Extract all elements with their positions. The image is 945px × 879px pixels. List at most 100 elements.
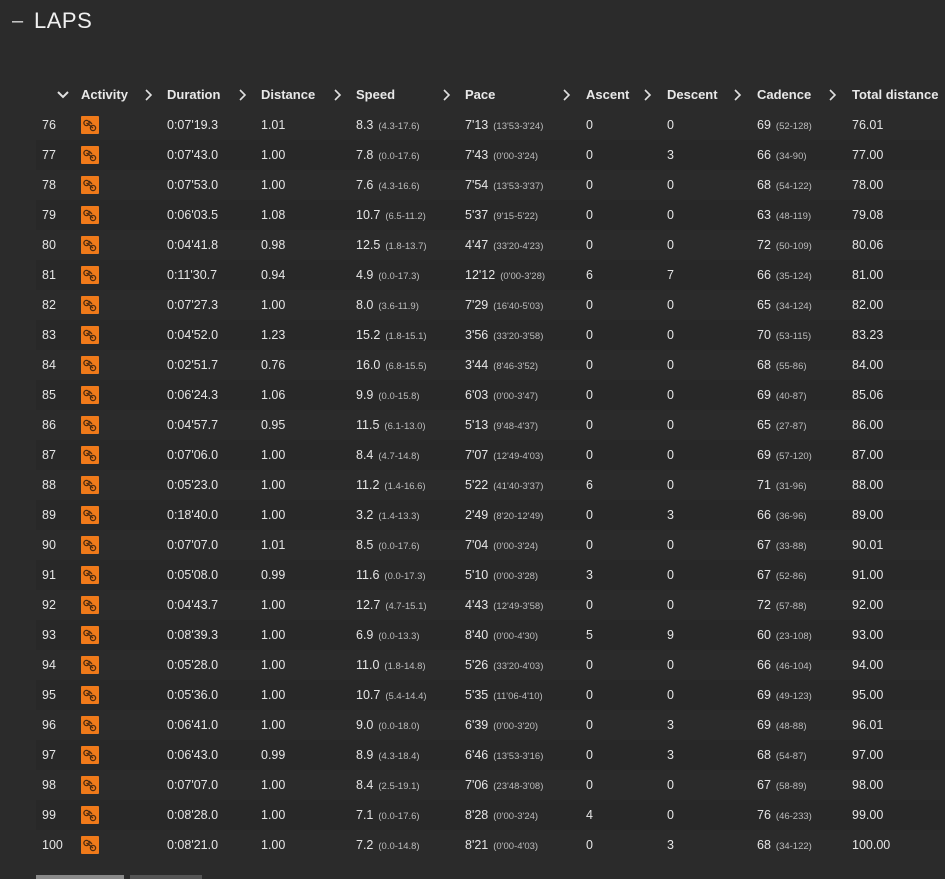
header-total-distance[interactable]: Total distance bbox=[852, 80, 938, 110]
sort-chevron-right-icon[interactable] bbox=[826, 87, 840, 103]
cycling-activity-icon[interactable] bbox=[81, 296, 99, 314]
cycling-activity-icon[interactable] bbox=[81, 176, 99, 194]
collapse-toggle[interactable]: – bbox=[12, 6, 34, 36]
cycling-activity-icon[interactable] bbox=[81, 146, 99, 164]
table-row[interactable]: 77 0:07'43.0 1.00 7.8 (0.0-17.6) 7'43 (0'0… bbox=[36, 140, 945, 170]
lap-ascent: 0 bbox=[586, 328, 593, 342]
table-row[interactable]: 79 0:06'03.5 1.08 10.7 (6.5-11.2) 5'37 (9'… bbox=[36, 200, 945, 230]
table-row[interactable]: 76 0:07'19.3 1.01 8.3 (4.3-17.6) 7'13 (13'… bbox=[36, 110, 945, 140]
table-row[interactable]: 81 0:11'30.7 0.94 4.9 (0.0-17.3) 12'12 (0'… bbox=[36, 260, 945, 290]
table-row[interactable]: 100 0:08'21.0 1.00 7.2 (0.0-14.8) 8'21 (0'… bbox=[36, 830, 945, 860]
cycling-activity-icon[interactable] bbox=[81, 746, 99, 764]
header-activity[interactable]: Activity bbox=[81, 80, 128, 110]
expand-all-chevron-down-icon[interactable] bbox=[56, 87, 70, 103]
cycling-activity-icon[interactable] bbox=[81, 266, 99, 284]
cadence-value: 68 bbox=[757, 178, 771, 192]
lap-duration: 0:07'06.0 bbox=[167, 448, 219, 462]
cycling-activity-icon[interactable] bbox=[81, 776, 99, 794]
cycling-activity-icon[interactable] bbox=[81, 806, 99, 824]
table-row[interactable]: 80 0:04'41.8 0.98 12.5 (1.8-13.7) 4'47 (33… bbox=[36, 230, 945, 260]
cycling-activity-icon[interactable] bbox=[81, 596, 99, 614]
header-cadence[interactable]: Cadence bbox=[757, 80, 811, 110]
lap-total-distance: 94.00 bbox=[852, 658, 884, 672]
laps-table: Activity Duration Distance Speed Pace As… bbox=[36, 80, 945, 860]
pace-range: (41'40-3'37) bbox=[493, 481, 544, 492]
pace-value: 5'22 bbox=[465, 478, 489, 492]
lap-number: 97 bbox=[42, 748, 56, 762]
table-row[interactable]: 82 0:07'27.3 1.00 8.0 (3.6-11.9) 7'29 (16'… bbox=[36, 290, 945, 320]
cycling-activity-icon[interactable] bbox=[81, 716, 99, 734]
cycling-activity-icon[interactable] bbox=[81, 626, 99, 644]
lap-duration: 0:06'43.0 bbox=[167, 748, 219, 762]
speed-value: 7.1 bbox=[356, 808, 374, 822]
header-ascent[interactable]: Ascent bbox=[586, 80, 629, 110]
cycling-activity-icon[interactable] bbox=[81, 476, 99, 494]
cycling-activity-icon[interactable] bbox=[81, 446, 99, 464]
table-row[interactable]: 92 0:04'43.7 1.00 12.7 (4.7-15.1) 4'43 (12… bbox=[36, 590, 945, 620]
table-row[interactable]: 89 0:18'40.0 1.00 3.2 (1.4-13.3) 2'49 (8'2… bbox=[36, 500, 945, 530]
speed-value: 4.9 bbox=[356, 268, 374, 282]
lap-distance: 1.00 bbox=[261, 838, 286, 852]
table-row[interactable]: 91 0:05'08.0 0.99 11.6 (0.0-17.3) 5'10 (0'… bbox=[36, 560, 945, 590]
sort-chevron-right-icon[interactable] bbox=[440, 87, 454, 103]
sort-chevron-right-icon[interactable] bbox=[142, 87, 156, 103]
lap-distance: 1.00 bbox=[261, 688, 286, 702]
table-row[interactable]: 87 0:07'06.0 1.00 8.4 (4.7-14.8) 7'07 (12'… bbox=[36, 440, 945, 470]
lap-number: 91 bbox=[42, 568, 56, 582]
table-row[interactable]: 96 0:06'41.0 1.00 9.0 (0.0-18.0) 6'39 (0'0… bbox=[36, 710, 945, 740]
sort-chevron-right-icon[interactable] bbox=[731, 87, 745, 103]
lap-descent: 0 bbox=[667, 688, 674, 702]
lap-total-distance: 97.00 bbox=[852, 748, 884, 762]
cadence-value: 68 bbox=[757, 838, 771, 852]
table-row[interactable]: 90 0:07'07.0 1.01 8.5 (0.0-17.6) 7'04 (0'0… bbox=[36, 530, 945, 560]
cycling-activity-icon[interactable] bbox=[81, 326, 99, 344]
cycling-activity-icon[interactable] bbox=[81, 416, 99, 434]
sort-chevron-right-icon[interactable] bbox=[331, 87, 345, 103]
cadence-range: (36-96) bbox=[775, 511, 807, 522]
header-pace[interactable]: Pace bbox=[465, 80, 495, 110]
table-row[interactable]: 83 0:04'52.0 1.23 15.2 (1.8-15.1) 3'56 (33… bbox=[36, 320, 945, 350]
header-duration[interactable]: Duration bbox=[167, 80, 220, 110]
cadence-value: 69 bbox=[757, 688, 771, 702]
table-row[interactable]: 86 0:04'57.7 0.95 11.5 (6.1-13.0) 5'13 (9'… bbox=[36, 410, 945, 440]
cycling-activity-icon[interactable] bbox=[81, 116, 99, 134]
lap-total-distance: 88.00 bbox=[852, 478, 884, 492]
cycling-activity-icon[interactable] bbox=[81, 686, 99, 704]
table-row[interactable]: 84 0:02'51.7 0.76 16.0 (6.8-15.5) 3'44 (8'… bbox=[36, 350, 945, 380]
cycling-activity-icon[interactable] bbox=[81, 566, 99, 584]
table-row[interactable]: 94 0:05'28.0 1.00 11.0 (1.8-14.8) 5'26 (33… bbox=[36, 650, 945, 680]
cycling-activity-icon[interactable] bbox=[81, 236, 99, 254]
lap-distance: 1.00 bbox=[261, 628, 286, 642]
sort-chevron-right-icon[interactable] bbox=[641, 87, 655, 103]
cycling-activity-icon[interactable] bbox=[81, 206, 99, 224]
table-row[interactable]: 95 0:05'36.0 1.00 10.7 (5.4-14.4) 5'35 (11… bbox=[36, 680, 945, 710]
lap-speed: 6.9 (0.0-13.3) bbox=[356, 620, 420, 650]
cycling-activity-icon[interactable] bbox=[81, 536, 99, 554]
table-row[interactable]: 99 0:08'28.0 1.00 7.1 (0.0-17.6) 8'28 (0'0… bbox=[36, 800, 945, 830]
header-descent[interactable]: Descent bbox=[667, 80, 718, 110]
table-row[interactable]: 85 0:06'24.3 1.06 9.9 (0.0-15.8) 6'03 (0'0… bbox=[36, 380, 945, 410]
sort-chevron-right-icon[interactable] bbox=[560, 87, 574, 103]
table-row[interactable]: 93 0:08'39.3 1.00 6.9 (0.0-13.3) 8'40 (0'0… bbox=[36, 620, 945, 650]
cycling-activity-icon[interactable] bbox=[81, 506, 99, 524]
lap-number: 83 bbox=[42, 328, 56, 342]
cadence-value: 63 bbox=[757, 208, 771, 222]
cycling-activity-icon[interactable] bbox=[81, 356, 99, 374]
section-title: LAPS bbox=[34, 8, 93, 33]
cadence-range: (35-124) bbox=[775, 271, 812, 282]
header-speed[interactable]: Speed bbox=[356, 80, 395, 110]
cycling-activity-icon[interactable] bbox=[81, 386, 99, 404]
pace-range: (13'53-3'24) bbox=[493, 121, 544, 132]
speed-value: 8.4 bbox=[356, 448, 374, 462]
header-distance[interactable]: Distance bbox=[261, 80, 315, 110]
cycling-activity-icon[interactable] bbox=[81, 656, 99, 674]
bottom-tab-active[interactable] bbox=[36, 875, 124, 879]
cycling-activity-icon[interactable] bbox=[81, 836, 99, 854]
table-row[interactable]: 98 0:07'07.0 1.00 8.4 (2.5-19.1) 7'06 (23'… bbox=[36, 770, 945, 800]
table-row[interactable]: 78 0:07'53.0 1.00 7.6 (4.3-16.6) 7'54 (13'… bbox=[36, 170, 945, 200]
sort-chevron-right-icon[interactable] bbox=[236, 87, 250, 103]
table-row[interactable]: 88 0:05'23.0 1.00 11.2 (1.4-16.6) 5'22 (41… bbox=[36, 470, 945, 500]
table-row[interactable]: 97 0:06'43.0 0.99 8.9 (4.3-18.4) 6'46 (13'… bbox=[36, 740, 945, 770]
lap-speed: 12.5 (1.8-13.7) bbox=[356, 230, 427, 260]
bottom-tab[interactable] bbox=[130, 875, 202, 879]
